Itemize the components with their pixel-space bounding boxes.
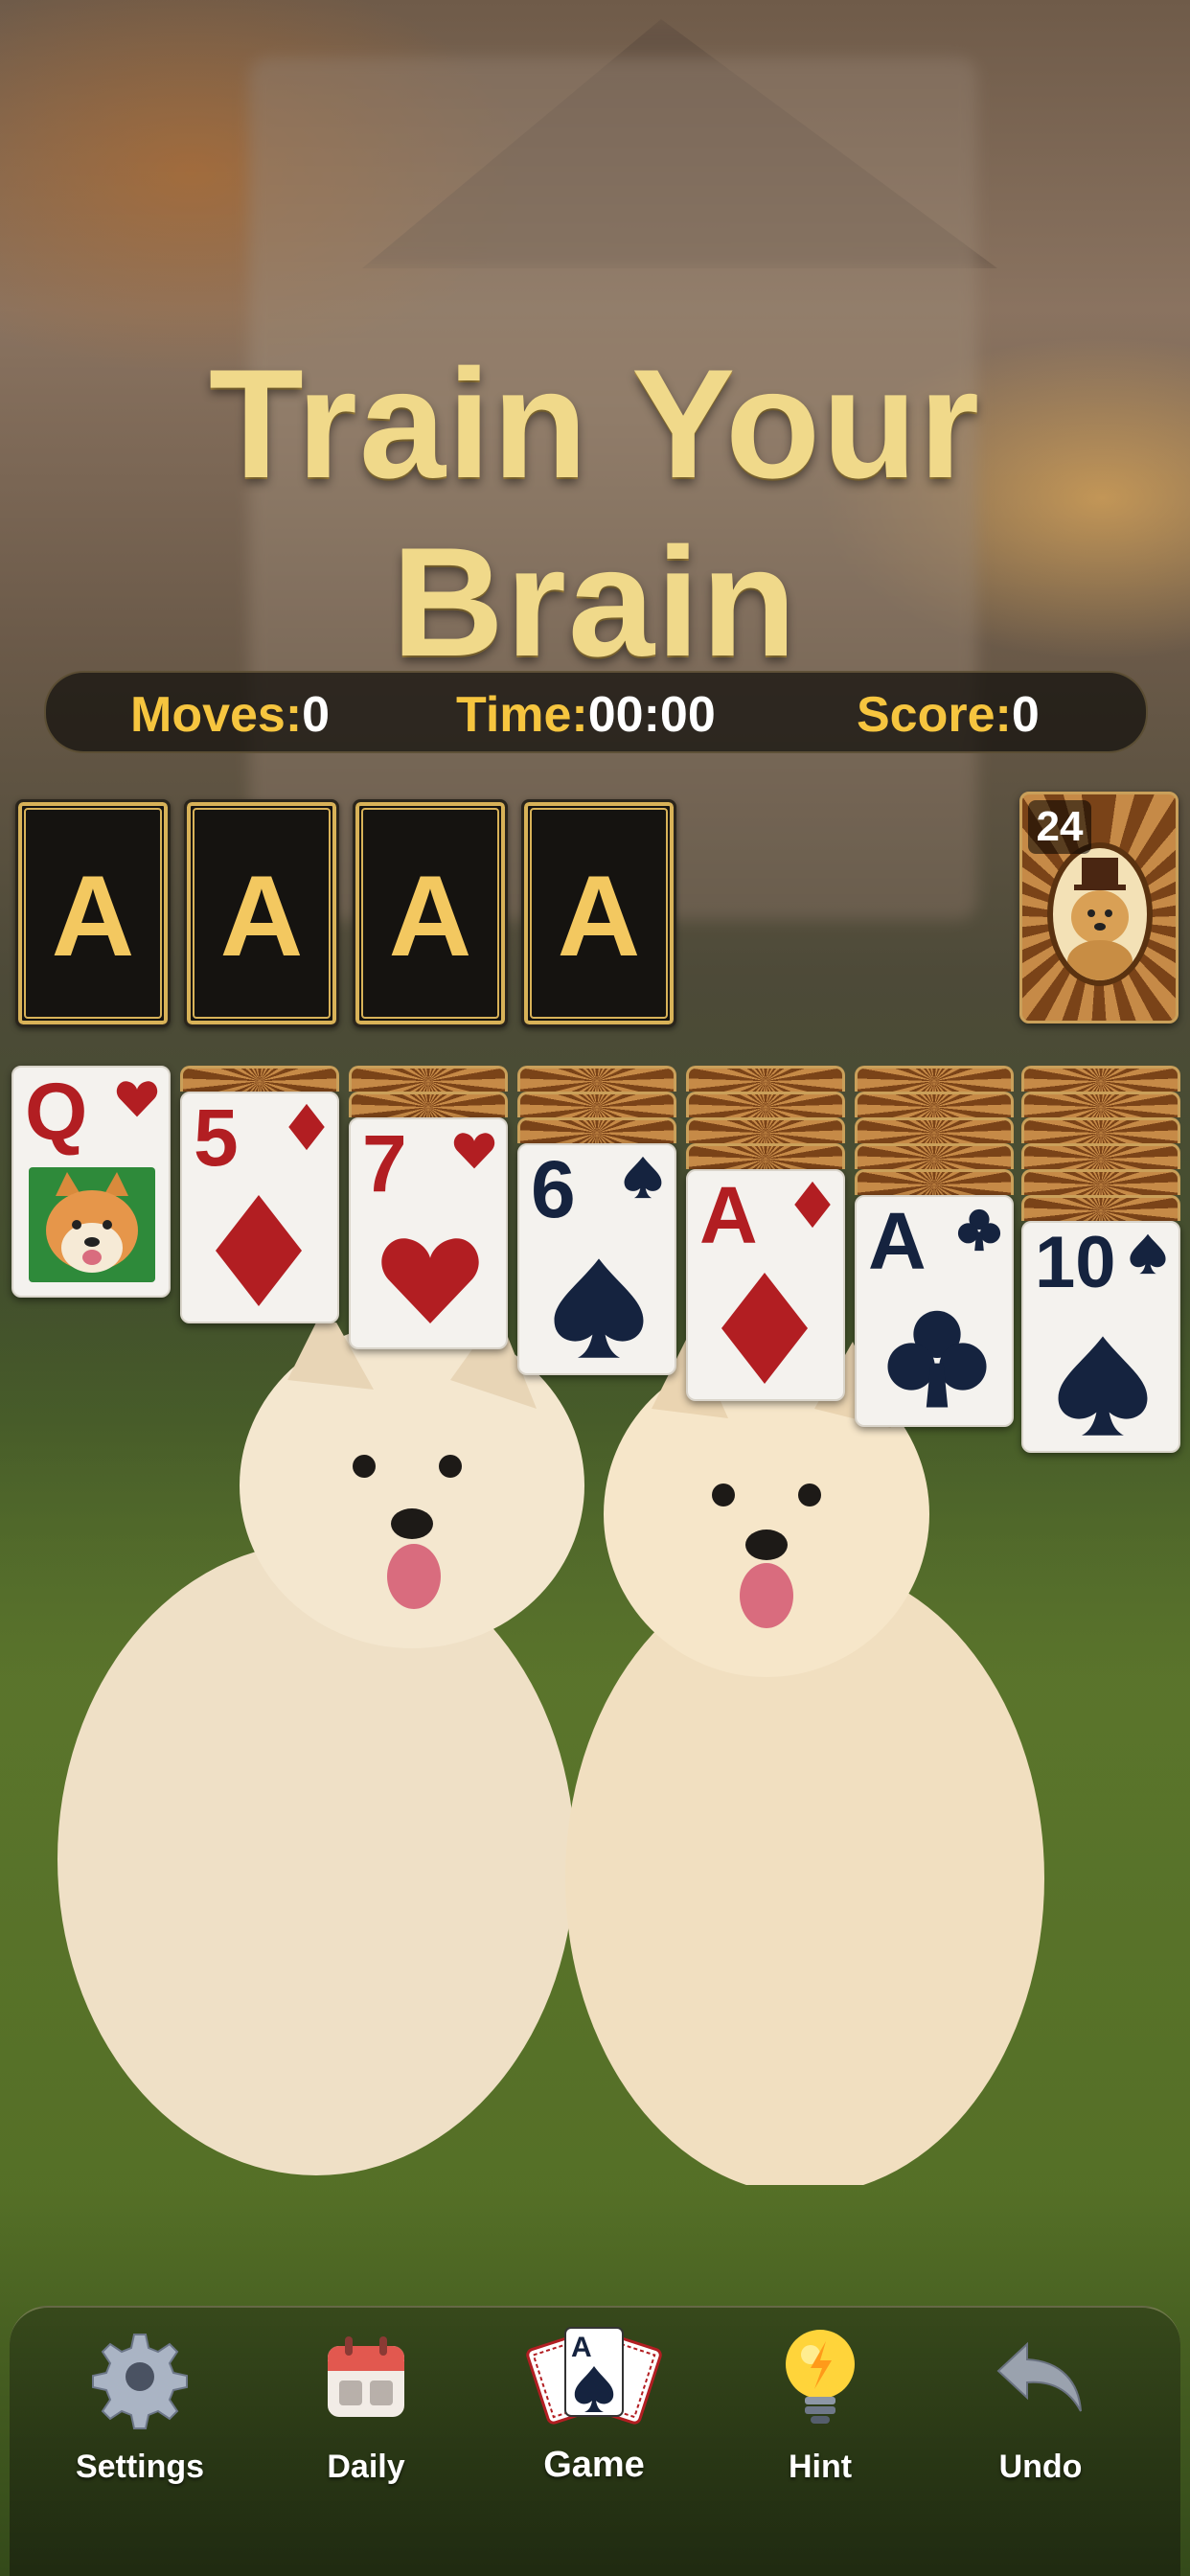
face-down-card: [517, 1117, 676, 1143]
hint-label: Hint: [788, 2449, 853, 2485]
foundation-label: A: [388, 852, 472, 980]
hint-button[interactable]: Hint: [715, 2324, 926, 2496]
gear-icon: [92, 2334, 188, 2429]
spades-suit-icon: [1058, 1336, 1148, 1436]
face-down-card: [686, 1092, 845, 1117]
face-down-card: [686, 1117, 845, 1143]
card-rank: Q: [25, 1067, 88, 1157]
face-down-card: [349, 1092, 508, 1117]
foundation-pile-3[interactable]: A: [353, 799, 508, 1027]
undo-button[interactable]: Undo: [935, 2324, 1146, 2496]
clubs-suit-icon: [887, 1310, 987, 1408]
face-down-card: [855, 1117, 1014, 1143]
settings-label: Settings: [75, 2449, 205, 2485]
shiba-inu-portrait-icon: [29, 1167, 155, 1282]
spades-suit-icon: [1130, 1233, 1166, 1275]
face-down-card: [1021, 1092, 1180, 1117]
game-screen: Train Your Brain Moves:0 Time:00:00 Scor…: [0, 0, 1190, 2576]
face-down-card: [686, 1066, 845, 1092]
diamonds-suit-icon: [216, 1195, 302, 1306]
card-rank: A: [699, 1170, 758, 1260]
stock-pile[interactable]: 24: [1019, 792, 1179, 1024]
game-button[interactable]: A Game: [489, 2324, 699, 2496]
diamonds-suit-icon: [794, 1181, 831, 1229]
playing-cards-icon: A: [526, 2327, 662, 2425]
face-down-card: [855, 1092, 1014, 1117]
foundation-label: A: [51, 852, 135, 980]
card-rank: 6: [531, 1144, 576, 1234]
promo-headline: Train Your Brain: [208, 337, 982, 689]
calendar-icon: [328, 2336, 404, 2417]
svg-text:A: A: [571, 2332, 592, 2363]
dog-right: [565, 1332, 1044, 2185]
score-value: 0: [1011, 687, 1040, 743]
tableau-card-4[interactable]: 6: [517, 1143, 676, 1375]
tableau-card-6[interactable]: A: [855, 1195, 1014, 1427]
face-down-card: [855, 1169, 1014, 1195]
face-down-card: [1021, 1143, 1180, 1169]
hearts-suit-icon: [381, 1238, 479, 1323]
foundation-pile-4[interactable]: A: [521, 799, 676, 1027]
clubs-suit-icon: [957, 1208, 1001, 1252]
tableau-card-2[interactable]: 5: [180, 1092, 339, 1323]
time-label: Time:: [456, 687, 588, 743]
face-down-card: [517, 1092, 676, 1117]
moves-value: 0: [302, 687, 331, 743]
tableau-card-3[interactable]: 7: [349, 1117, 508, 1349]
face-down-card: [1021, 1195, 1180, 1221]
spades-suit-icon: [554, 1258, 644, 1358]
moves-counter: Moves:0: [130, 686, 330, 744]
tableau-card-5[interactable]: A: [686, 1169, 845, 1401]
card-rank: 5: [194, 1092, 239, 1183]
golden-retriever-portrait-icon: [1047, 842, 1153, 986]
hearts-suit-icon: [453, 1133, 495, 1169]
face-down-card: [1021, 1066, 1180, 1092]
face-down-card: [349, 1066, 508, 1092]
foundation-label: A: [219, 852, 304, 980]
face-down-card: [1021, 1169, 1180, 1195]
foundation-pile-2[interactable]: A: [184, 799, 339, 1027]
face-down-card: [855, 1066, 1014, 1092]
undo-label: Undo: [998, 2449, 1083, 2485]
time-counter: Time:00:00: [456, 686, 716, 744]
score-counter: Score:0: [857, 686, 1040, 744]
diamonds-suit-icon: [721, 1273, 808, 1384]
card-rank: 10: [1035, 1222, 1116, 1303]
face-down-card: [1021, 1117, 1180, 1143]
tableau-card-7[interactable]: 10: [1021, 1221, 1180, 1453]
undo-arrow-icon: [996, 2341, 1082, 2412]
dogs-illustration: [57, 1322, 1044, 2185]
time-value: 00:00: [587, 687, 716, 743]
foundation-pile-1[interactable]: A: [15, 799, 171, 1027]
diamonds-suit-icon: [288, 1103, 325, 1151]
spades-suit-icon: [624, 1156, 662, 1199]
score-label: Score:: [857, 687, 1012, 743]
foundation-label: A: [557, 852, 641, 980]
card-rank: A: [868, 1196, 927, 1286]
stats-bar: Moves:0 Time:00:00 Score:0: [44, 671, 1148, 753]
face-down-card: [517, 1066, 676, 1092]
hearts-suit-icon: [116, 1081, 158, 1117]
face-down-card: [855, 1143, 1014, 1169]
dog-left: [57, 1322, 584, 2175]
daily-label: Daily: [327, 2449, 405, 2485]
daily-button[interactable]: Daily: [261, 2324, 471, 2496]
settings-button[interactable]: Settings: [34, 2324, 245, 2496]
face-down-card: [686, 1143, 845, 1169]
moves-label: Moves:: [130, 687, 303, 743]
game-label: Game: [543, 2445, 645, 2485]
stock-count-badge: 24: [1028, 800, 1091, 854]
face-down-card: [180, 1066, 339, 1092]
lightbulb-icon: [786, 2330, 855, 2424]
tableau-card-1[interactable]: Q: [11, 1066, 171, 1298]
card-rank: 7: [362, 1118, 407, 1208]
